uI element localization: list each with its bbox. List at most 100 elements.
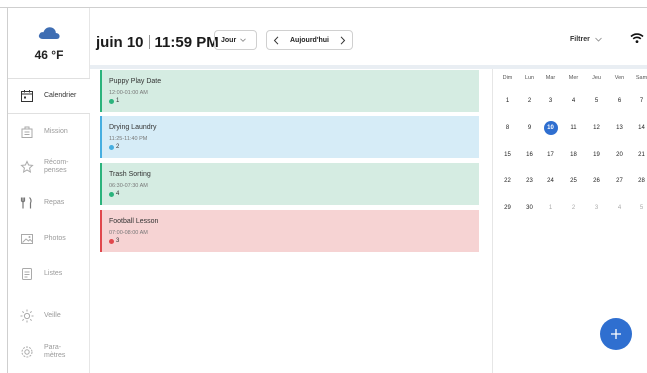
weekday-header: Sam (635, 75, 647, 81)
event-time: 11:25-11:40 PM (109, 136, 148, 142)
member-dot (109, 191, 114, 197)
sidebar-item-label: Listes (44, 270, 63, 277)
calendar-day[interactable]: 6 (608, 98, 631, 104)
event-title: Trash Sorting (109, 171, 151, 178)
calendar-day[interactable]: 4 (608, 205, 631, 211)
calendar-icon (21, 90, 33, 102)
today-button[interactable]: Aujourd'hui (290, 37, 329, 44)
calendar-day[interactable]: 29 (496, 205, 519, 211)
lists-icon (22, 268, 32, 280)
weekday-header: Dim (502, 75, 513, 81)
sidebar-item[interactable]: Repas (8, 185, 90, 221)
member-dot (109, 238, 114, 244)
current-time: 11:59 PM (154, 34, 219, 51)
app-window: 46 °F Calendrier Mission Récom- penses Repa… (0, 0, 647, 373)
chevron-down-icon (595, 37, 602, 42)
sidebar-item[interactable]: Mission (8, 114, 90, 150)
wifi-icon (630, 33, 644, 43)
calendar-day[interactable]: 21 (630, 152, 647, 158)
event-card[interactable]: Drying Laundry 11:25-11:40 PM 2 (100, 116, 479, 158)
calendar-day[interactable]: 15 (496, 152, 519, 158)
sidebar-item[interactable]: Listes (8, 256, 90, 292)
calendar-day[interactable]: 14 (630, 125, 647, 131)
calendar-day[interactable]: 5 (585, 98, 608, 104)
view-mode-label: Jour (221, 36, 237, 44)
calendar-day[interactable]: 17 (539, 152, 562, 158)
calendar-day[interactable]: 13 (608, 125, 631, 131)
calendar-day[interactable]: 8 (496, 125, 519, 131)
event-time: 12:00-01:00 AM (109, 90, 148, 96)
current-date: juin 10 (96, 34, 144, 51)
sun-icon (20, 309, 34, 323)
event-card[interactable]: Football Lesson 07:00-08:00 AM 3 (100, 210, 479, 252)
calendar-day[interactable]: 1 (539, 205, 562, 211)
calendar-day-selected[interactable]: 10 (539, 125, 562, 131)
sidebar-item[interactable]: Para- mètres (8, 334, 90, 370)
chevron-left-icon[interactable] (273, 35, 280, 45)
calendar-day[interactable]: 22 (496, 178, 519, 184)
chevron-right-icon[interactable] (339, 35, 346, 45)
sidebar-item-label: Mission (44, 128, 68, 135)
calendar-day[interactable]: 25 (562, 178, 585, 184)
sidebar-item-label: Veille (44, 312, 61, 319)
sidebar-item-label: Récom- penses (44, 159, 69, 174)
filter-label: Filtrer (570, 36, 590, 43)
weekday-header: Lun (524, 75, 535, 81)
rewards-icon (20, 160, 34, 173)
event-member-badge: 2 (109, 144, 479, 150)
calendar-day[interactable]: 9 (518, 125, 541, 131)
calendar-day[interactable]: 28 (630, 178, 647, 184)
weather-widget: 46 °F (8, 26, 90, 62)
calendar-day[interactable]: 20 (608, 152, 631, 158)
sidebar-item-label: Photos (44, 235, 66, 242)
settings-icon (21, 346, 33, 358)
calendar-day[interactable]: 3 (585, 205, 608, 211)
calendar-day[interactable]: 24 (539, 178, 562, 184)
current-datetime: juin 10 11:59 PM (96, 34, 219, 51)
filter-dropdown[interactable]: Filtrer (570, 36, 602, 43)
member-count: 4 (116, 191, 120, 197)
event-title: Puppy Play Date (109, 78, 162, 85)
calendar-day[interactable]: 19 (585, 152, 608, 158)
member-count: 1 (116, 98, 120, 104)
view-mode-dropdown[interactable]: Jour (214, 30, 257, 50)
sidebar-item-label: Calendrier (44, 92, 77, 99)
calendar-day[interactable]: 12 (585, 125, 608, 131)
calendar-day[interactable]: 7 (630, 98, 647, 104)
photos-icon (21, 234, 33, 244)
member-dot (109, 98, 114, 104)
sidebar-item[interactable]: Photos (8, 221, 90, 257)
sidebar-item[interactable]: Veille (8, 298, 90, 334)
add-event-button[interactable] (600, 318, 632, 350)
event-card[interactable]: Trash Sorting 06:30-07:30 AM 4 (100, 163, 479, 205)
weekday-header: Jeu (592, 75, 601, 81)
calendar-day[interactable]: 2 (518, 98, 541, 104)
calendar-day[interactable]: 26 (585, 178, 608, 184)
calendar-day[interactable]: 16 (518, 152, 541, 158)
sidebar-item-label: Repas (44, 199, 65, 206)
event-member-badge: 1 (109, 98, 479, 104)
calendar-day[interactable]: 30 (518, 205, 541, 211)
calendar-day[interactable]: 18 (562, 152, 585, 158)
temperature-label: 46 °F (34, 48, 64, 62)
sidebar-item[interactable]: Récom- penses (8, 149, 90, 185)
sidebar-item[interactable]: Calendrier (8, 78, 90, 114)
calendar-day[interactable]: 1 (496, 98, 519, 104)
header-bar: juin 10 11:59 PM Jour Aujourd'hui Filtrer (90, 8, 647, 66)
calendar-day[interactable]: 23 (518, 178, 541, 184)
calendar-day[interactable]: 4 (562, 98, 585, 104)
event-card[interactable]: Puppy Play Date 12:00-01:00 AM 1 (100, 70, 479, 112)
calendar-day[interactable]: 11 (562, 125, 585, 131)
calendar-day[interactable]: 3 (539, 98, 562, 104)
event-member-badge: 4 (109, 191, 479, 197)
plus-icon (611, 329, 621, 339)
weekday-header: Mer (568, 75, 579, 81)
date-navigation: Aujourd'hui (266, 30, 353, 50)
event-member-badge: 3 (109, 238, 479, 244)
calendar-day[interactable]: 5 (630, 205, 647, 211)
member-dot (109, 144, 114, 150)
calendar-day[interactable]: 27 (608, 178, 631, 184)
meals-icon (20, 197, 32, 209)
event-time: 07:00-08:00 AM (109, 230, 148, 236)
calendar-day[interactable]: 2 (562, 205, 585, 211)
